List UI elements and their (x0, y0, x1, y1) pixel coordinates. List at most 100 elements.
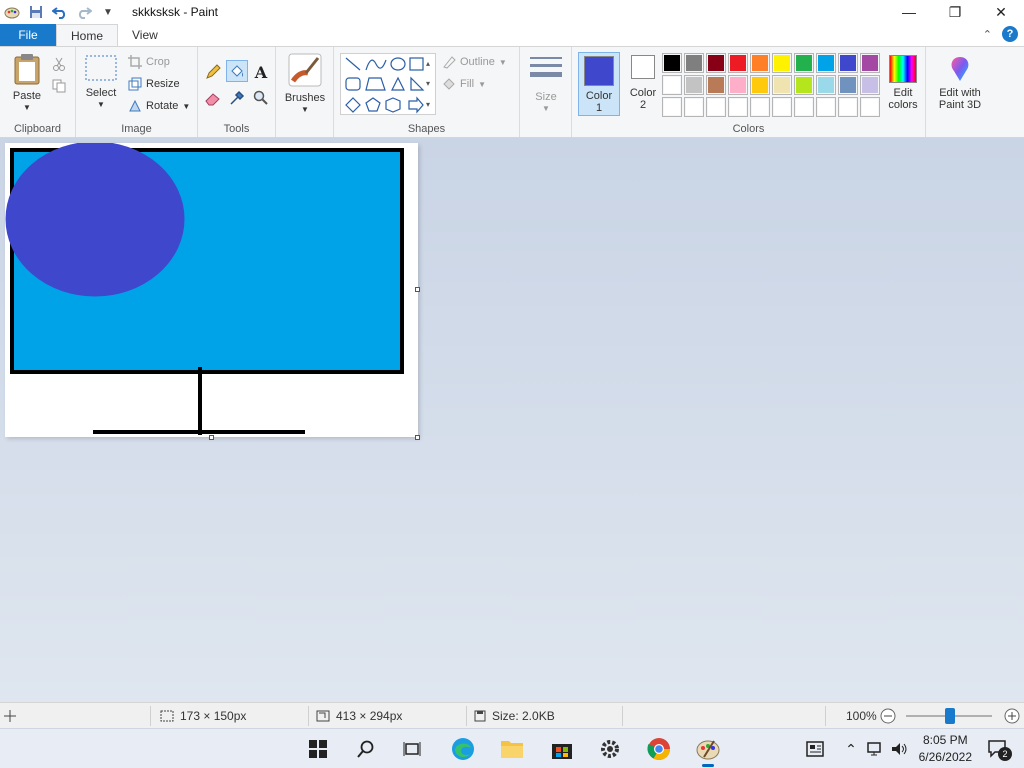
resize-handle-corner[interactable] (415, 435, 420, 440)
color-picker-icon[interactable] (226, 87, 248, 109)
tab-view[interactable]: View (118, 24, 172, 46)
palette-swatch[interactable] (794, 75, 814, 95)
paste-button[interactable]: Paste ▼ (8, 53, 46, 114)
resize-handle-bottom[interactable] (209, 435, 214, 440)
oval-shape-icon[interactable] (390, 57, 406, 71)
palette-swatch[interactable] (860, 53, 880, 73)
system-clock[interactable]: 8:05 PM 6/26/2022 (919, 732, 972, 766)
show-hidden-icons-button[interactable]: ⌃ (837, 735, 865, 763)
zoom-in-button[interactable] (1004, 703, 1020, 729)
file-explorer-button[interactable] (498, 735, 526, 763)
volume-button[interactable] (886, 735, 914, 763)
drawing-canvas[interactable] (5, 141, 420, 440)
customize-toolbar-icon[interactable]: ▼ (98, 2, 118, 22)
magnifier-icon[interactable] (250, 87, 272, 109)
tab-home[interactable]: Home (56, 24, 119, 46)
paint-app-icon[interactable] (2, 2, 22, 22)
arrow-shape-icon[interactable] (408, 96, 424, 114)
palette-swatch[interactable] (838, 53, 858, 73)
palette-swatch[interactable] (772, 75, 792, 95)
redo-icon[interactable] (74, 2, 94, 22)
paste-icon (14, 54, 40, 85)
news-widget-button[interactable] (801, 735, 829, 763)
palette-swatch[interactable] (860, 97, 880, 117)
tab-file[interactable]: File (0, 24, 56, 46)
palette-swatch[interactable] (706, 75, 726, 95)
start-button[interactable] (304, 735, 332, 763)
palette-swatch[interactable] (728, 97, 748, 117)
palette-swatch[interactable] (838, 97, 858, 117)
colors-group: Color 1 Color 2 Edit colors Colors (572, 47, 926, 137)
canvas-workspace[interactable] (0, 138, 1024, 702)
palette-swatch[interactable] (816, 53, 836, 73)
pencil-icon[interactable] (202, 61, 224, 83)
palette-swatch[interactable] (728, 53, 748, 73)
hexagon-shape-icon[interactable] (385, 97, 401, 113)
close-button[interactable]: ✕ (978, 0, 1024, 24)
chrome-button[interactable] (645, 735, 673, 763)
shapes-scroll[interactable]: ▴ ▾ ▾ (422, 53, 434, 115)
diamond-shape-icon[interactable] (345, 97, 361, 113)
copy-icon[interactable] (48, 75, 70, 97)
palette-swatch[interactable] (706, 97, 726, 117)
line-shape-icon[interactable] (345, 57, 361, 71)
brushes-button[interactable]: Brushes ▼ (284, 53, 326, 116)
palette-swatch[interactable] (684, 75, 704, 95)
edge-browser-button[interactable] (449, 735, 477, 763)
palette-swatch[interactable] (816, 97, 836, 117)
palette-swatch[interactable] (706, 53, 726, 73)
search-button[interactable] (352, 735, 380, 763)
crop-button[interactable]: Crop (128, 55, 170, 69)
polygon-shape-icon[interactable] (365, 77, 386, 91)
zoom-slider-thumb[interactable] (945, 708, 955, 724)
palette-swatch[interactable] (750, 97, 770, 117)
rotate-button[interactable]: Rotate ▼ (128, 99, 190, 113)
palette-swatch[interactable] (838, 75, 858, 95)
select-button[interactable]: Select ▼ (82, 55, 120, 111)
palette-swatch[interactable] (750, 53, 770, 73)
palette-swatch[interactable] (750, 75, 770, 95)
rounded-rectangle-shape-icon[interactable] (345, 77, 361, 91)
fill-bucket-icon[interactable] (226, 60, 248, 82)
settings-button[interactable] (596, 735, 624, 763)
notifications-button[interactable]: 2 (984, 735, 1012, 763)
palette-swatch[interactable] (816, 75, 836, 95)
palette-swatch[interactable] (860, 75, 880, 95)
palette-swatch[interactable] (662, 53, 682, 73)
undo-icon[interactable] (50, 2, 70, 22)
size-button[interactable]: Size ▼ (528, 55, 564, 115)
curve-shape-icon[interactable] (365, 59, 387, 71)
text-tool-icon[interactable]: A (250, 61, 272, 83)
palette-swatch[interactable] (794, 53, 814, 73)
paint-taskbar-button[interactable] (694, 735, 722, 767)
help-icon[interactable]: ? (1002, 26, 1018, 42)
save-icon[interactable] (26, 2, 46, 22)
palette-swatch[interactable] (794, 97, 814, 117)
triangle-shape-icon[interactable] (391, 76, 405, 91)
resize-handle-right[interactable] (415, 287, 420, 292)
pentagon-shape-icon[interactable] (365, 97, 381, 112)
color1-button[interactable]: Color 1 (578, 52, 620, 116)
task-view-button[interactable] (398, 735, 426, 763)
outline-button[interactable]: Outline ▼ (442, 55, 507, 69)
eraser-icon[interactable] (202, 87, 224, 109)
palette-swatch[interactable] (662, 75, 682, 95)
palette-swatch[interactable] (684, 53, 704, 73)
palette-swatch[interactable] (684, 97, 704, 117)
palette-swatch[interactable] (728, 75, 748, 95)
zoom-out-button[interactable] (880, 703, 896, 729)
title-bar: ▼ skkksksk - Paint — ❐ ✕ (0, 0, 1024, 24)
edit-colors-button[interactable]: Edit colors (882, 55, 924, 111)
minimize-button[interactable]: — (886, 0, 932, 24)
edit-with-paint3d-button[interactable]: Edit with Paint 3D (932, 55, 988, 111)
fill-button[interactable]: Fill ▼ (442, 77, 486, 91)
color2-button[interactable]: Color 2 (624, 55, 662, 111)
store-button[interactable] (548, 735, 576, 763)
palette-swatch[interactable] (772, 97, 792, 117)
maximize-button[interactable]: ❐ (932, 0, 978, 24)
resize-button[interactable]: Resize (128, 77, 180, 91)
palette-swatch[interactable] (662, 97, 682, 117)
cut-icon[interactable] (48, 53, 70, 75)
collapse-ribbon-icon[interactable]: ⌃ (983, 28, 992, 41)
palette-swatch[interactable] (772, 53, 792, 73)
